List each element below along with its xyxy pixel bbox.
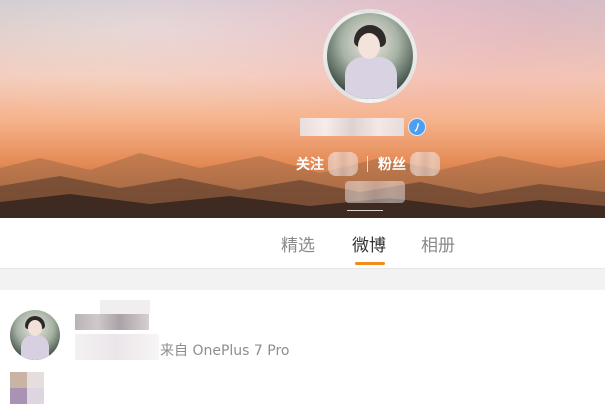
avatar-figure-body: [21, 335, 49, 360]
post-time-redacted: [75, 334, 159, 360]
mosaic-block: [10, 372, 27, 388]
tab-album[interactable]: 相册: [421, 231, 455, 256]
followers-label[interactable]: 粉丝: [378, 154, 406, 174]
following-count-redacted[interactable]: [328, 152, 358, 176]
profile-bio-redacted: [345, 181, 405, 203]
avatar-figure-body: [345, 57, 397, 99]
profile-stats: 关注 粉丝: [296, 152, 440, 176]
mosaic-block: [27, 388, 44, 404]
active-tab-indicator: [355, 262, 385, 265]
followers-count-redacted[interactable]: [410, 152, 440, 176]
tab-weibo[interactable]: 微博: [352, 231, 386, 256]
post-text-redacted: [10, 372, 44, 404]
avatar-figure-face: [358, 33, 380, 59]
bio-underline: [347, 210, 383, 211]
profile-name-row: ﾉ: [300, 118, 426, 136]
tab-featured[interactable]: 精选: [281, 231, 315, 256]
profile-cover: ﾉ 关注 粉丝: [0, 0, 605, 218]
post-author-avatar[interactable]: [10, 310, 60, 360]
profile-tabs: 精选 微博 相册: [0, 218, 605, 268]
verified-badge-icon: ﾉ: [408, 118, 426, 136]
section-separator: [0, 268, 605, 290]
avatar-figure-face: [28, 320, 42, 336]
mosaic-block: [10, 388, 27, 404]
post-source: 来自 OnePlus 7 Pro: [160, 343, 290, 359]
stats-divider: [367, 156, 368, 172]
profile-avatar[interactable]: [323, 9, 417, 103]
following-label[interactable]: 关注: [296, 154, 324, 174]
post-author-name-redacted-top: [100, 300, 150, 314]
profile-name-redacted: [300, 118, 404, 136]
weibo-post: 来自 OnePlus 7 Pro: [0, 290, 605, 411]
post-author-name-redacted[interactable]: [75, 314, 149, 330]
mosaic-block: [27, 372, 44, 388]
